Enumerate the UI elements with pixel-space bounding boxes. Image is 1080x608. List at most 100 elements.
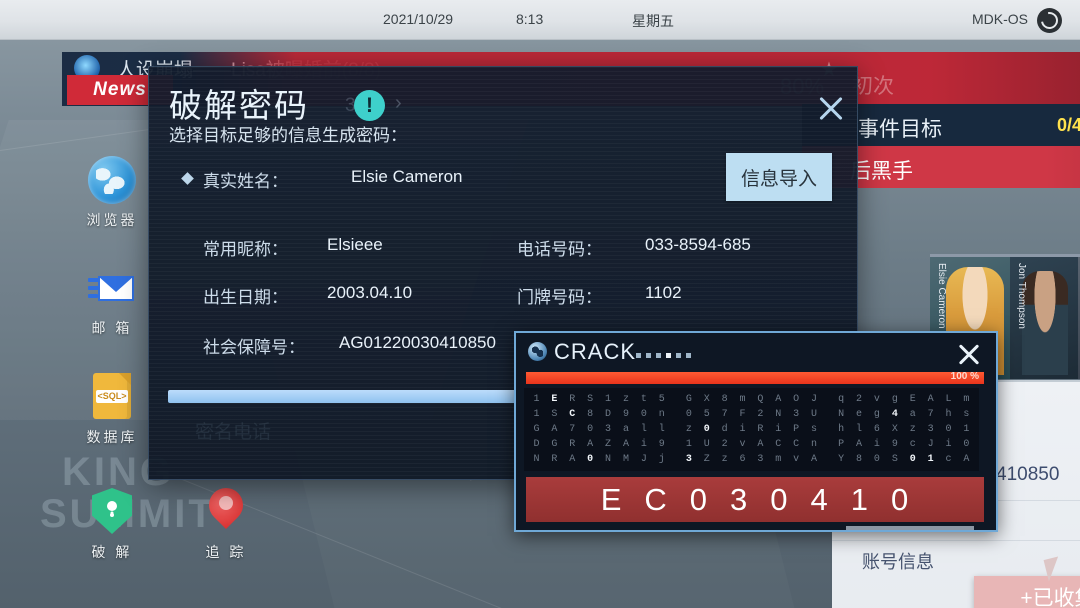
field-label-phone: 电话号码： [517,240,602,259]
crack-loading-dots [636,353,691,358]
system-status-bar: 2021/10/29 8:13 星期五 MDK-OS [0,0,1080,40]
matrix-char: v [739,439,746,450]
dialog-subtitle: 选择目标足够的信息生成密码： [169,126,407,145]
matrix-char: P [793,424,800,435]
matrix-char: 1 [963,424,970,435]
globe-icon [528,342,547,361]
matrix-char: 6 [873,424,880,435]
logo-ring [1037,8,1062,33]
desktop-icon-mail[interactable]: 邮 箱 [66,264,158,338]
crack-progress-fill: 100 % [526,371,984,384]
status-os-name: MDK-OS [972,11,1028,27]
matrix-row: 1ERS1zt5 [530,392,668,407]
crack-window-title: CRACK [554,339,637,364]
warning-icon[interactable]: ! [354,90,385,121]
matrix-char: N [605,454,612,465]
matrix-char: n [811,439,818,450]
field-value-ssn[interactable]: AG01220030410850 [339,333,496,353]
matrix-char: l [658,424,665,435]
field-label-ssn: 社会保障号： [203,338,305,357]
matrix-column: 1ERS1zt51SC8D90nGA703allDGRAZAi9NRA0NMJj [530,392,668,467]
database-sql-icon: <SQL> [88,373,136,421]
matrix-char: M [622,454,629,465]
field-value-birthdate[interactable]: 2003.04.10 [327,283,412,303]
matrix-char: i [739,424,746,435]
crack-window-header: CRACK [516,333,992,369]
matrix-row: 1U2vACCn [682,437,820,452]
matrix-char: j [658,454,665,465]
news-side-text: 初次 [852,75,894,98]
matrix-char: 2 [856,394,863,405]
field-label-birthdate: 出生日期： [203,288,288,307]
matrix-row: 057F2N3U [682,407,820,422]
matrix-char: Z [605,439,612,450]
dialog-title: 破解密码 [169,87,309,124]
matrix-char: A [757,439,764,450]
desktop-icon-database[interactable]: <SQL> 数据库 [66,372,158,447]
matrix-char: P [838,439,845,450]
matrix-char: R [569,394,576,405]
field-value-phone[interactable]: 033-8594-685 [645,235,751,255]
matrix-char: C [793,439,800,450]
matrix-char: U [703,439,710,450]
matrix-char: 1 [533,394,540,405]
matrix-char: e [856,409,863,420]
desktop-icon-label: 追 踪 [205,544,247,560]
desktop-icon-browser[interactable]: 浏览器 [66,156,158,230]
matrix-char: J [640,454,647,465]
matrix-char: m [775,454,782,465]
matrix-char: G [685,394,692,405]
status-time: 8:13 [516,11,544,27]
close-icon[interactable] [814,91,848,125]
status-date: 2021/10/29 [383,11,454,27]
field-value-house-number[interactable]: 1102 [645,283,682,303]
status-weekday: 星期五 [632,13,674,29]
mail-icon [88,264,136,312]
result-char: 3 [730,481,749,517]
matrix-row: q2vgEALm [835,392,973,407]
matrix-char: i [945,439,952,450]
matrix-char: 0 [963,439,970,450]
close-icon[interactable] [956,341,982,367]
crack-progress-track: 100 % [526,371,984,384]
matrix-char: S [587,394,594,405]
matrix-char: A [856,439,863,450]
matrix-char: A [927,394,934,405]
import-info-button[interactable]: 信息导入 [726,153,832,201]
matrix-char: 8 [856,454,863,465]
matrix-row: hl6Xz301 [835,422,973,437]
matrix-char: m [963,394,970,405]
matrix-char: 8 [721,394,728,405]
matrix-char: 5 [658,394,665,405]
matrix-char: 0 [873,454,880,465]
matrix-char: z [685,424,692,435]
field-label-real-name: 真实姓名： [203,172,288,191]
matrix-char: i [640,439,647,450]
matrix-char: 0 [909,454,916,465]
matrix-row: 1SC8D90n [530,407,668,422]
matrix-row: NRA0NMJj [530,452,668,467]
matrix-char: s [811,424,818,435]
objectives-title: 事件目标 [858,118,942,141]
matrix-char: 3 [757,454,764,465]
portrait-name: Elsie Cameron [936,263,947,329]
matrix-char: t [640,394,647,405]
field-value-nickname[interactable]: Elsieee [327,235,383,255]
matrix-char: Y [838,454,845,465]
matrix-char: d [721,424,728,435]
result-char: 4 [810,481,829,517]
matrix-char: J [927,439,934,450]
desktop-icon-crack[interactable]: 破 解 [66,488,158,562]
matrix-char: 3 [927,424,934,435]
account-info-label: 账号信息 [862,552,934,572]
portrait-image [1022,271,1068,375]
field-value-real-name[interactable]: Elsie Cameron [351,167,463,187]
desktop-icon-track[interactable]: 追 踪 [180,480,272,562]
portrait-jon-thompson[interactable]: Jon Thompson [1010,257,1078,379]
portrait-name: Jon Thompson [1016,263,1027,329]
objectives-count: 0/4 [1056,115,1080,135]
matrix-row: Y80S01cA [835,452,973,467]
crack-progress-label: 100 % [950,371,979,382]
matrix-scrollbar[interactable] [846,526,974,530]
field-label-nickname: 常用昵称： [203,240,288,259]
